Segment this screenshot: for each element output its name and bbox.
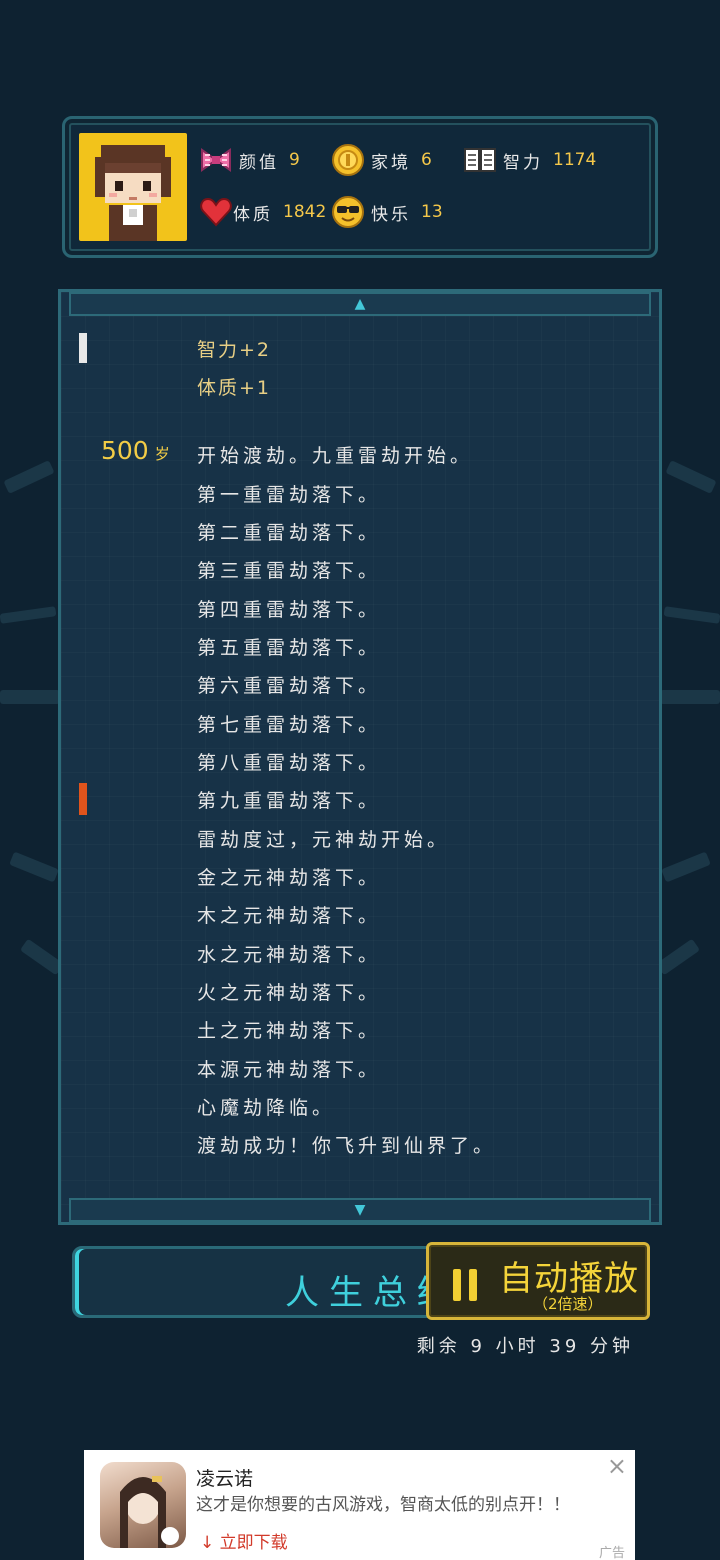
bow-icon: [201, 148, 231, 172]
stat-constitution: 体质 1842: [199, 195, 326, 229]
ad-banner[interactable]: 凌云诺 这才是你想要的古风游戏，智商太低的别点开！！ ↓ 立即下载 × 广告: [84, 1450, 635, 1560]
scroll-down-icon: ▼: [354, 1202, 366, 1218]
book-icon: [464, 148, 496, 172]
age-label: 500 岁: [101, 436, 170, 465]
log-event-line: 第七重雷劫落下。: [197, 714, 382, 736]
pause-icon: [453, 1269, 479, 1301]
stat-intelligence: 智力 1174: [463, 143, 596, 177]
log-event-line: 第三重雷劫落下。: [197, 560, 382, 582]
log-gain-line: 智力+2: [197, 339, 272, 361]
stat-happiness: 快乐 13: [331, 195, 443, 229]
time-remaining: 剩余 9 小时 39 分钟: [416, 1336, 634, 1357]
ad-title: 凌云诺: [196, 1468, 254, 1490]
log-event-line: 开始渡劫。九重雷劫开始。: [197, 445, 474, 467]
log-event-line: 金之元神劫落下。: [197, 867, 382, 889]
log-event-line: 水之元神劫落下。: [197, 944, 382, 966]
log-event-line: 木之元神劫落下。: [197, 905, 382, 927]
log-event-line: 第二重雷劫落下。: [197, 522, 382, 544]
coin-icon: [332, 144, 364, 176]
age-value: 500: [101, 436, 149, 465]
stat-intelligence-label: 智力: [503, 152, 543, 173]
auto-play-button[interactable]: 自动播放 （2倍速）: [426, 1242, 650, 1320]
sunglasses-face-icon: [332, 196, 364, 228]
log-event-line: 本源元神劫落下。: [197, 1059, 382, 1081]
log-event-line: 土之元神劫落下。: [197, 1020, 382, 1042]
log-event-line: 第五重雷劫落下。: [197, 637, 382, 659]
scroll-marker: [79, 333, 87, 363]
stat-happiness-label: 快乐: [371, 204, 411, 225]
character-avatar: [79, 133, 187, 241]
scroll-up-button[interactable]: ▲: [69, 292, 651, 316]
log-event-line: 第一重雷劫落下。: [197, 484, 382, 506]
scroll-down-button[interactable]: ▼: [69, 1198, 651, 1222]
log-gain-line: 体质+1: [197, 377, 272, 399]
heart-icon: [200, 197, 232, 227]
stat-constitution-label: 体质: [233, 204, 273, 225]
stat-intelligence-value: 1174: [553, 150, 597, 170]
stat-appearance-value: 9: [289, 150, 300, 170]
stat-family: 家境 6: [331, 143, 432, 177]
log-event-line: 第九重雷劫落下。: [197, 790, 382, 812]
ad-description: 这才是你想要的古风游戏，智商太低的别点开！！: [196, 1495, 570, 1515]
ad-close-icon[interactable]: ×: [607, 1454, 627, 1478]
stat-happiness-value: 13: [421, 202, 443, 222]
log-event-line: 火之元神劫落下。: [197, 982, 382, 1004]
scroll-up-icon: ▲: [354, 296, 366, 312]
current-event-marker: [79, 783, 87, 815]
stat-constitution-value: 1842: [283, 202, 327, 222]
log-event-line: 第八重雷劫落下。: [197, 752, 382, 774]
log-event-line: 第六重雷劫落下。: [197, 675, 382, 697]
log-event-line: 渡劫成功！你飞升到仙界了。: [197, 1135, 497, 1157]
stat-appearance: 颜值 9: [199, 143, 300, 177]
stat-appearance-label: 颜值: [239, 152, 279, 173]
ad-game-thumbnail: [100, 1462, 186, 1548]
ad-tag: 广告: [598, 1546, 625, 1560]
age-unit: 岁: [154, 445, 170, 463]
log-event-line: 雷劫度过，元神劫开始。: [197, 829, 451, 851]
auto-play-speed: （2倍速）: [533, 1295, 603, 1313]
log-event-line: 心魔劫降临。: [197, 1097, 336, 1119]
life-log-panel[interactable]: ▲ 智力+2 体质+1 500 岁 开始渡劫。九重雷劫开始。 第一重雷劫落下。 第…: [58, 289, 662, 1225]
stats-panel: 颜值 9 家境 6 智力 1174 体质 1842 快乐 13: [62, 116, 658, 258]
stat-family-label: 家境: [371, 152, 411, 173]
log-event-line: 第四重雷劫落下。: [197, 599, 382, 621]
stat-family-value: 6: [421, 150, 432, 170]
ad-download-link[interactable]: ↓ 立即下载: [200, 1528, 288, 1553]
